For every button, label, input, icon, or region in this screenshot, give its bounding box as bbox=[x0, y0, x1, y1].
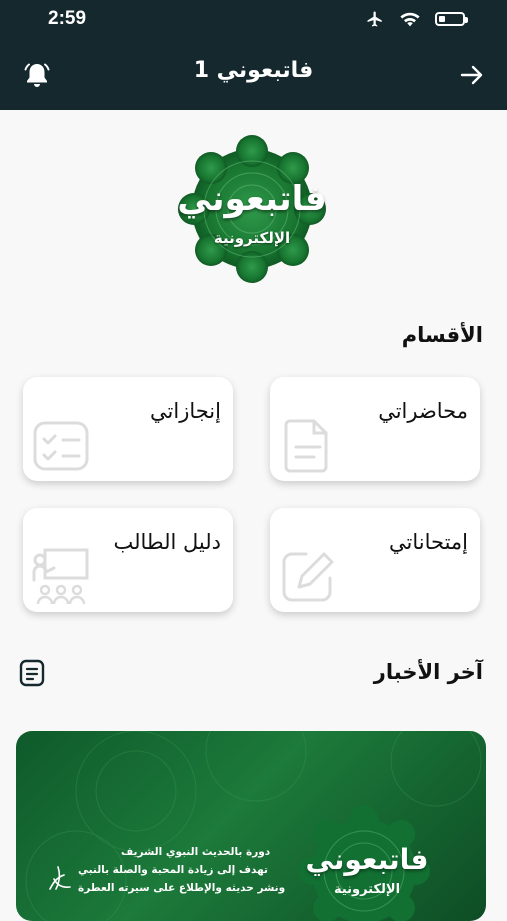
news-banner[interactable]: فاتبعوني الإلكترونية دورة بالحديث النبوي… bbox=[16, 731, 486, 921]
document-icon bbox=[284, 419, 328, 473]
edit-icon bbox=[282, 552, 334, 602]
status-icons bbox=[365, 10, 468, 28]
exams-card[interactable]: إمتحاناتي bbox=[270, 508, 480, 612]
page-title: فاتبعوني 1 bbox=[193, 58, 314, 83]
banner-line-2: تهدف إلى زيادة المحبة والصلة بالنبي bbox=[78, 864, 268, 876]
achievements-card[interactable]: إنجازاتي bbox=[23, 377, 233, 481]
banner-line-3: ونشر حديثه والإطلاع على سيرته العطرة bbox=[78, 882, 286, 894]
student-guide-label: دليل الطالب bbox=[113, 530, 221, 554]
student-guide-card[interactable]: دليل الطالب bbox=[23, 508, 233, 612]
checklist-icon bbox=[33, 421, 89, 471]
news-heading: آخر الأخبار bbox=[373, 660, 483, 684]
banner-logo-subtitle: الإلكترونية bbox=[333, 882, 401, 897]
battery-icon bbox=[435, 12, 468, 26]
wifi-icon bbox=[400, 12, 420, 27]
exams-label: إمتحاناتي bbox=[389, 530, 468, 554]
logo-title: فاتبعوني bbox=[177, 179, 327, 219]
logo-subtitle: الإلكترونية bbox=[213, 229, 291, 247]
status-bar: 2:59 bbox=[0, 0, 507, 40]
airplane-icon bbox=[367, 11, 382, 27]
classroom-icon bbox=[32, 548, 89, 605]
calligraphy-icon bbox=[49, 866, 71, 890]
banner-line-1: دورة بالحديث النبوي الشريف bbox=[121, 846, 271, 858]
app-logo: فاتبعوني الإلكترونية bbox=[166, 133, 338, 285]
news-list-icon[interactable] bbox=[19, 659, 45, 687]
lectures-label: محاضراتي bbox=[378, 399, 468, 423]
top-bar: فاتبعوني 1 bbox=[0, 40, 507, 110]
sections-heading: الأقسام bbox=[401, 323, 483, 347]
status-time: 2:59 bbox=[48, 8, 87, 29]
achievements-label: إنجازاتي bbox=[150, 399, 221, 423]
banner-logo-title: فاتبعوني bbox=[305, 843, 429, 876]
arrow-right-icon[interactable] bbox=[459, 62, 485, 88]
lectures-card[interactable]: محاضراتي bbox=[270, 377, 480, 481]
